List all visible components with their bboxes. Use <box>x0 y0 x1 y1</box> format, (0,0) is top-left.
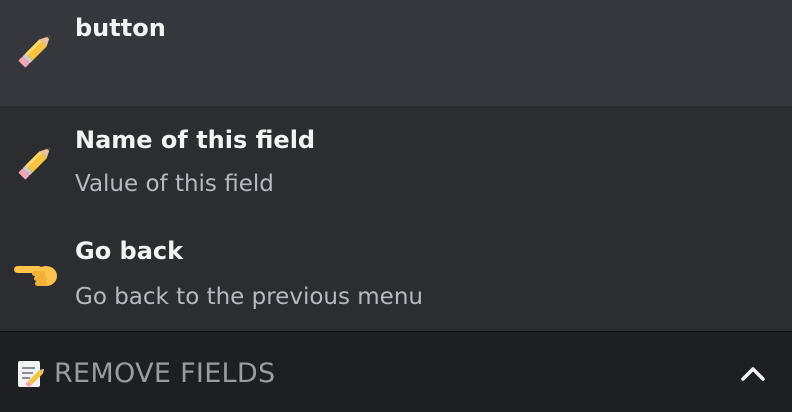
select-placeholder: REMOVE FIELDS <box>54 358 276 389</box>
chevron-up-icon[interactable] <box>738 362 768 386</box>
select-option-go-back[interactable]: Go back Go back to the previous menu <box>0 218 792 330</box>
pencil-icon <box>18 147 51 180</box>
memo-icon <box>18 361 45 388</box>
select-menu-dropdown: button Name of this field Value of this … <box>0 0 792 412</box>
option-description: Value of this field <box>75 171 274 197</box>
remove-fields-select[interactable]: REMOVE FIELDS <box>0 331 792 412</box>
pointing-left-hand-icon <box>14 266 57 286</box>
option-label: Name of this field <box>75 126 316 154</box>
pencil-icon <box>18 35 51 68</box>
option-description: Go back to the previous menu <box>75 284 423 310</box>
option-label: Go back <box>75 237 184 265</box>
select-option-name-of-this-field[interactable]: Name of this field Value of this field <box>0 106 792 218</box>
option-label: button <box>75 14 166 42</box>
select-option-button[interactable]: button <box>0 0 792 106</box>
